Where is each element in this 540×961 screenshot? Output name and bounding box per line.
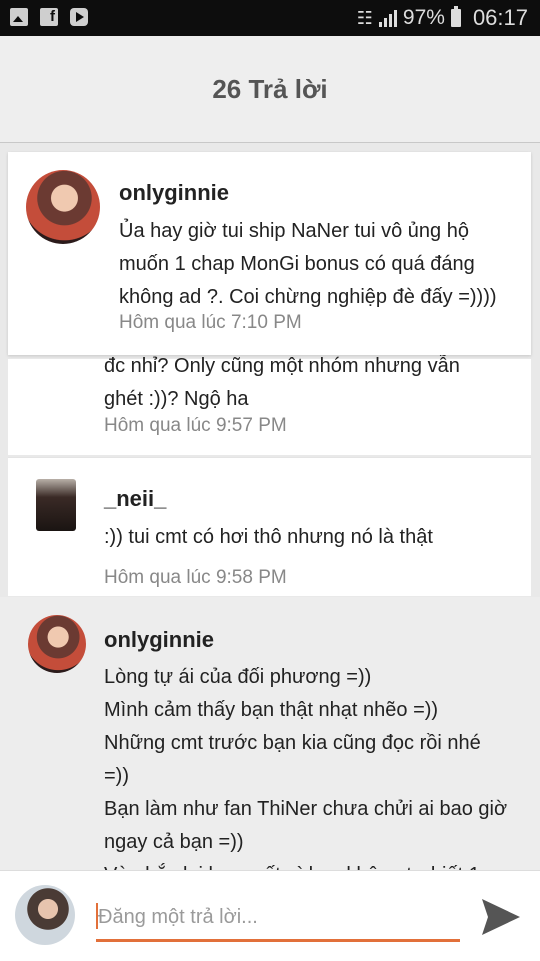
image-icon [10,8,28,26]
comment-line: không ad ?. Coi chừng nghiệp đè đấy =)))… [119,286,497,308]
comment-line: Mình cảm thấy bạn thật nhạt nhẽo =)) [104,699,439,721]
comment-line: =)) [104,765,129,787]
comment-time: Hôm qua lúc 7:10 PM [119,312,302,333]
signal-icon [378,9,397,27]
page-title: 26 Trả lời [212,73,328,104]
text-cursor [96,903,98,929]
comment-line: Ủa hay giờ tui ship NaNer tui vô ủng hộ [119,220,469,242]
comment-username[interactable]: onlyginnie [119,180,229,206]
comment-item[interactable]: onlyginnie Lòng tự ái của đối phương =))… [0,597,540,870]
comment-item-highlighted[interactable]: onlyginnie Ủa hay giờ tui ship NaNer tui… [8,152,531,355]
comment-text: Ủa hay giờ tui ship NaNer tui vô ủng hộ … [119,215,497,314]
comment-item[interactable]: đc nhỉ? Only cũng một nhóm nhưng vẫn ghé… [8,355,531,455]
comment-line: Và nhắc lại bạn mất gì hay không tự biết… [104,859,507,870]
reply-input[interactable] [96,895,460,942]
avatar[interactable] [26,170,100,244]
comment-line: Những cmt trước bạn kia cũng đọc rồi nhé [104,732,481,754]
facebook-icon: f [40,8,58,26]
comment-time: Hôm qua lúc 9:58 PM [104,567,287,588]
comment-text: :)) tui cmt có hơi thô nhưng nó là thật [104,521,433,554]
comment-line: Lòng tự ái của đối phương =)) [104,666,372,688]
avatar[interactable] [28,615,86,673]
comment-text: đc nhỉ? Only cũng một nhóm nhưng vẫn ghé… [104,350,460,416]
battery-percent: 97% [402,6,445,29]
page-header: 26 Trả lời [0,36,540,143]
comment-line: Bạn làm như fan ThiNer chưa chửi ai bao … [104,798,508,820]
comment-line: ngay cả bạn =)) [104,831,244,853]
comment-username[interactable]: _neii_ [104,486,166,512]
reply-bar [0,870,540,961]
comment-time: Hôm qua lúc 9:57 PM [104,415,287,436]
comment-username[interactable]: onlyginnie [104,627,214,653]
comment-item[interactable]: _neii_ :)) tui cmt có hơi thô nhưng nó l… [8,457,531,596]
comment-line: muốn 1 chap MonGi bonus có quá đáng [119,253,475,275]
youtube-icon [70,8,88,26]
status-time: 06:17 [472,5,528,30]
comment-line: :)) tui cmt có hơi thô nhưng nó là thật [104,526,433,548]
comment-line: ghét :))? Ngộ ha [104,388,249,410]
comment-text: Lòng tự ái của đối phương =)) Mình cảm t… [104,661,507,870]
avatar[interactable] [15,885,75,945]
battery-icon [450,6,461,27]
wifi-icon: ☷ [356,7,373,28]
avatar[interactable] [36,479,76,531]
comment-list[interactable]: đc nhỉ? Only cũng một nhóm nhưng vẫn ghé… [0,143,540,870]
send-button[interactable] [478,895,526,939]
status-bar: f ☷ 97% 06:17 [0,0,540,36]
send-icon [482,899,520,935]
